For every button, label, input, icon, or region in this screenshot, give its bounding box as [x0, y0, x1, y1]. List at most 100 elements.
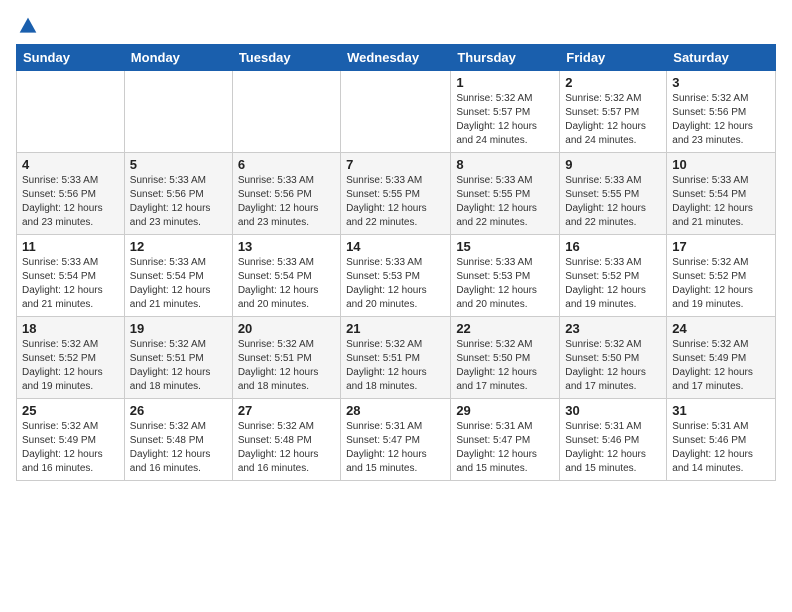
calendar-cell: 22 Sunrise: 5:32 AM Sunset: 5:50 PM Dayli… [451, 317, 560, 399]
calendar-cell: 2 Sunrise: 5:32 AM Sunset: 5:57 PM Daylig… [560, 71, 667, 153]
calendar-week-row: 1 Sunrise: 5:32 AM Sunset: 5:57 PM Daylig… [17, 71, 776, 153]
day-info: Sunrise: 5:32 AM Sunset: 5:50 PM Dayligh… [456, 338, 554, 394]
day-number: 20 [238, 321, 335, 336]
day-info: Sunrise: 5:33 AM Sunset: 5:55 PM Dayligh… [456, 174, 554, 230]
calendar-week-row: 4 Sunrise: 5:33 AM Sunset: 5:56 PM Daylig… [17, 153, 776, 235]
day-info: Sunrise: 5:32 AM Sunset: 5:51 PM Dayligh… [346, 338, 445, 394]
day-header-monday: Monday [124, 45, 232, 71]
calendar-cell [341, 71, 451, 153]
day-number: 8 [456, 157, 554, 172]
calendar-cell: 6 Sunrise: 5:33 AM Sunset: 5:56 PM Daylig… [232, 153, 340, 235]
day-number: 21 [346, 321, 445, 336]
calendar-week-row: 18 Sunrise: 5:32 AM Sunset: 5:52 PM Dayli… [17, 317, 776, 399]
day-header-tuesday: Tuesday [232, 45, 340, 71]
calendar-cell: 10Sunrise: 5:33 AM Sunset: 5:54 PM Dayli… [667, 153, 776, 235]
day-info: Sunrise: 5:33 AM Sunset: 5:52 PM Dayligh… [565, 256, 661, 312]
calendar-cell: 31 Sunrise: 5:31 AM Sunset: 5:46 PM Dayli… [667, 399, 776, 481]
calendar-cell [232, 71, 340, 153]
day-info: Sunrise: 5:32 AM Sunset: 5:48 PM Dayligh… [130, 420, 227, 476]
day-info: Sunrise: 5:32 AM Sunset: 5:49 PM Dayligh… [672, 338, 770, 394]
calendar-cell: 7 Sunrise: 5:33 AM Sunset: 5:55 PM Daylig… [341, 153, 451, 235]
day-number: 13 [238, 239, 335, 254]
day-info: Sunrise: 5:32 AM Sunset: 5:49 PM Dayligh… [22, 420, 119, 476]
day-number: 27 [238, 403, 335, 418]
day-number: 31 [672, 403, 770, 418]
day-info: Sunrise: 5:33 AM Sunset: 5:56 PM Dayligh… [22, 174, 119, 230]
day-number: 4 [22, 157, 119, 172]
day-number: 30 [565, 403, 661, 418]
day-header-friday: Friday [560, 45, 667, 71]
day-info: Sunrise: 5:33 AM Sunset: 5:54 PM Dayligh… [238, 256, 335, 312]
calendar-cell: 25Sunrise: 5:32 AM Sunset: 5:49 PM Dayli… [17, 399, 125, 481]
day-number: 17 [672, 239, 770, 254]
day-header-saturday: Saturday [667, 45, 776, 71]
day-number: 2 [565, 75, 661, 90]
calendar-cell: 13 Sunrise: 5:33 AM Sunset: 5:54 PM Dayli… [232, 235, 340, 317]
calendar-cell: 20 Sunrise: 5:32 AM Sunset: 5:51 PM Dayli… [232, 317, 340, 399]
calendar-cell: 5 Sunrise: 5:33 AM Sunset: 5:56 PM Daylig… [124, 153, 232, 235]
day-number: 10 [672, 157, 770, 172]
calendar-cell: 11 Sunrise: 5:33 AM Sunset: 5:54 PM Dayli… [17, 235, 125, 317]
days-header-row: SundayMondayTuesdayWednesdayThursdayFrid… [17, 45, 776, 71]
day-info: Sunrise: 5:32 AM Sunset: 5:48 PM Dayligh… [238, 420, 335, 476]
day-info: Sunrise: 5:32 AM Sunset: 5:57 PM Dayligh… [565, 92, 661, 148]
calendar-cell: 1 Sunrise: 5:32 AM Sunset: 5:57 PM Daylig… [451, 71, 560, 153]
day-number: 1 [456, 75, 554, 90]
day-info: Sunrise: 5:33 AM Sunset: 5:54 PM Dayligh… [22, 256, 119, 312]
calendar-cell: 9 Sunrise: 5:33 AM Sunset: 5:55 PM Daylig… [560, 153, 667, 235]
day-number: 12 [130, 239, 227, 254]
day-number: 9 [565, 157, 661, 172]
day-info: Sunrise: 5:33 AM Sunset: 5:54 PM Dayligh… [130, 256, 227, 312]
calendar-cell: 21 Sunrise: 5:32 AM Sunset: 5:51 PM Dayli… [341, 317, 451, 399]
day-number: 19 [130, 321, 227, 336]
day-info: Sunrise: 5:32 AM Sunset: 5:52 PM Dayligh… [672, 256, 770, 312]
day-number: 5 [130, 157, 227, 172]
calendar-cell: 17 Sunrise: 5:32 AM Sunset: 5:52 PM Dayli… [667, 235, 776, 317]
day-number: 3 [672, 75, 770, 90]
calendar-cell: 24 Sunrise: 5:32 AM Sunset: 5:49 PM Dayli… [667, 317, 776, 399]
calendar-cell: 12 Sunrise: 5:33 AM Sunset: 5:54 PM Dayli… [124, 235, 232, 317]
day-info: Sunrise: 5:32 AM Sunset: 5:50 PM Dayligh… [565, 338, 661, 394]
day-info: Sunrise: 5:33 AM Sunset: 5:55 PM Dayligh… [565, 174, 661, 230]
day-info: Sunrise: 5:33 AM Sunset: 5:55 PM Dayligh… [346, 174, 445, 230]
day-header-wednesday: Wednesday [341, 45, 451, 71]
calendar-week-row: 25Sunrise: 5:32 AM Sunset: 5:49 PM Dayli… [17, 399, 776, 481]
calendar-cell: 30Sunrise: 5:31 AM Sunset: 5:46 PM Dayli… [560, 399, 667, 481]
day-number: 24 [672, 321, 770, 336]
day-info: Sunrise: 5:33 AM Sunset: 5:53 PM Dayligh… [456, 256, 554, 312]
day-number: 6 [238, 157, 335, 172]
calendar-cell: 8 Sunrise: 5:33 AM Sunset: 5:55 PM Daylig… [451, 153, 560, 235]
page-header [16, 16, 776, 36]
day-info: Sunrise: 5:32 AM Sunset: 5:57 PM Dayligh… [456, 92, 554, 148]
day-info: Sunrise: 5:32 AM Sunset: 5:52 PM Dayligh… [22, 338, 119, 394]
day-number: 7 [346, 157, 445, 172]
calendar-cell: 29Sunrise: 5:31 AM Sunset: 5:47 PM Dayli… [451, 399, 560, 481]
calendar-cell: 23Sunrise: 5:32 AM Sunset: 5:50 PM Dayli… [560, 317, 667, 399]
day-info: Sunrise: 5:31 AM Sunset: 5:47 PM Dayligh… [456, 420, 554, 476]
day-number: 18 [22, 321, 119, 336]
day-number: 15 [456, 239, 554, 254]
calendar-cell: 15 Sunrise: 5:33 AM Sunset: 5:53 PM Dayli… [451, 235, 560, 317]
day-number: 11 [22, 239, 119, 254]
calendar-cell [124, 71, 232, 153]
calendar-table: SundayMondayTuesdayWednesdayThursdayFrid… [16, 44, 776, 481]
calendar-cell: 28Sunrise: 5:31 AM Sunset: 5:47 PM Dayli… [341, 399, 451, 481]
calendar-cell: 27 Sunrise: 5:32 AM Sunset: 5:48 PM Dayli… [232, 399, 340, 481]
day-header-sunday: Sunday [17, 45, 125, 71]
day-info: Sunrise: 5:33 AM Sunset: 5:53 PM Dayligh… [346, 256, 445, 312]
logo-icon [18, 16, 38, 36]
day-info: Sunrise: 5:32 AM Sunset: 5:51 PM Dayligh… [130, 338, 227, 394]
day-number: 22 [456, 321, 554, 336]
day-number: 28 [346, 403, 445, 418]
day-info: Sunrise: 5:32 AM Sunset: 5:51 PM Dayligh… [238, 338, 335, 394]
day-info: Sunrise: 5:31 AM Sunset: 5:46 PM Dayligh… [672, 420, 770, 476]
day-info: Sunrise: 5:33 AM Sunset: 5:56 PM Dayligh… [130, 174, 227, 230]
calendar-cell: 26 Sunrise: 5:32 AM Sunset: 5:48 PM Dayli… [124, 399, 232, 481]
day-number: 16 [565, 239, 661, 254]
day-number: 26 [130, 403, 227, 418]
calendar-cell: 16 Sunrise: 5:33 AM Sunset: 5:52 PM Dayli… [560, 235, 667, 317]
calendar-cell: 18 Sunrise: 5:32 AM Sunset: 5:52 PM Dayli… [17, 317, 125, 399]
calendar-cell: 14Sunrise: 5:33 AM Sunset: 5:53 PM Dayli… [341, 235, 451, 317]
day-info: Sunrise: 5:33 AM Sunset: 5:56 PM Dayligh… [238, 174, 335, 230]
day-header-thursday: Thursday [451, 45, 560, 71]
